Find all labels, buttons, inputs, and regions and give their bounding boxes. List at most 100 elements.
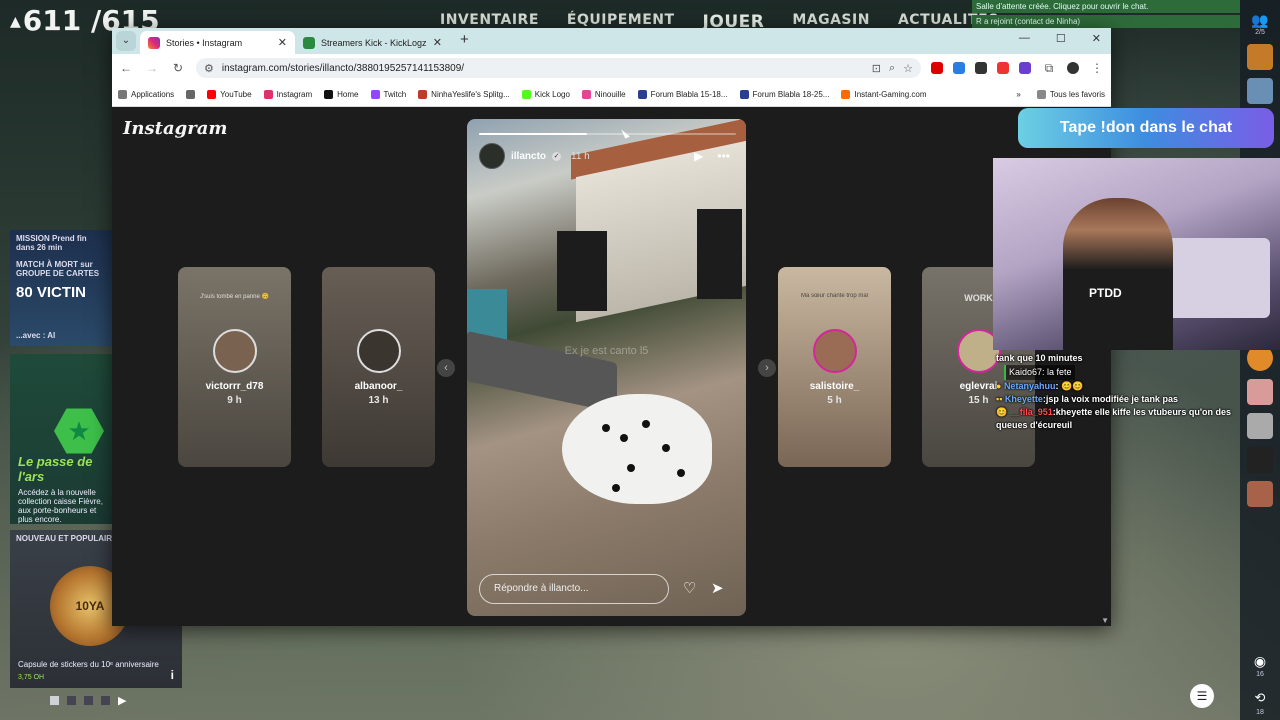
story-preview[interactable]: albanoor_ 13 h bbox=[322, 267, 435, 467]
extension-icon[interactable] bbox=[953, 62, 965, 74]
friend-avatar[interactable] bbox=[1247, 481, 1273, 507]
friend-avatar[interactable] bbox=[1247, 78, 1273, 104]
story-username: victorrr_d78 bbox=[205, 381, 264, 392]
bookmark-youtube[interactable]: YouTube bbox=[207, 89, 252, 99]
story-preview[interactable]: J'suis tombé en panne 🙃 victorrr_d78 9 h bbox=[178, 267, 291, 467]
carousel-dot[interactable] bbox=[101, 696, 110, 705]
previous-story-icon[interactable]: ‹ bbox=[437, 359, 455, 377]
carousel-dot[interactable] bbox=[67, 696, 76, 705]
bookmark-instant-gaming[interactable]: Instant-Gaming.com bbox=[841, 89, 927, 99]
party-icon[interactable]: 👥 bbox=[1240, 12, 1280, 29]
history-icon[interactable]: ⟲ bbox=[1240, 690, 1280, 706]
info-icon[interactable]: i bbox=[171, 668, 174, 682]
browser-toolbar: ← → ↻ ⚙ instagram.com/stories/illancto/3… bbox=[112, 54, 1111, 82]
bookmark-twitch[interactable]: Twitch bbox=[370, 89, 406, 99]
broadcast-icon[interactable]: ◉ bbox=[1240, 653, 1280, 670]
site-info-icon[interactable]: ⚙ bbox=[204, 62, 214, 75]
zoom-icon[interactable]: ⌕ bbox=[889, 62, 895, 75]
friend-avatar[interactable] bbox=[1247, 413, 1273, 439]
bookmark-splitgate[interactable]: NinhaYeslife's Splitg... bbox=[418, 89, 510, 99]
minimize-icon[interactable]: — bbox=[1019, 32, 1030, 45]
story-username: albanoor_ bbox=[354, 381, 403, 392]
party-count: 2/5 bbox=[1255, 29, 1265, 36]
tab-kicklogz[interactable]: Streamers Kick - KickLogz ✕ bbox=[295, 31, 450, 54]
reload-icon[interactable]: ↻ bbox=[170, 61, 186, 75]
carousel-dot[interactable] bbox=[50, 696, 59, 705]
more-options-icon[interactable]: ••• bbox=[717, 149, 730, 163]
webcam-feed: PTDD bbox=[993, 158, 1280, 350]
mission-with: ...avec : AI bbox=[16, 331, 56, 340]
forward-icon[interactable]: → bbox=[144, 61, 160, 75]
play-icon[interactable]: ▶ bbox=[118, 694, 126, 707]
story-caption: J'suis tombé en panne 🙃 bbox=[200, 294, 269, 300]
chevron-right-icon[interactable]: » bbox=[1016, 90, 1020, 99]
extension-icon[interactable] bbox=[975, 62, 987, 74]
next-story-icon[interactable]: › bbox=[758, 359, 776, 377]
heart-icon[interactable]: ♡ bbox=[683, 579, 696, 597]
extension-icon[interactable] bbox=[931, 62, 943, 74]
armory-pass-panel[interactable]: ★ Le passe de l'ars Accédez à la nouvell… bbox=[10, 354, 112, 524]
story-time: 11 h bbox=[571, 150, 590, 162]
send-icon[interactable]: ➤ bbox=[711, 579, 724, 597]
chat-user: Kaido67 bbox=[1009, 367, 1043, 377]
story-image-lounger bbox=[467, 331, 617, 413]
x-icon bbox=[324, 89, 334, 99]
instagram-icon bbox=[263, 89, 273, 99]
avatar bbox=[812, 329, 857, 373]
extension-icon[interactable] bbox=[997, 62, 1009, 74]
story-preview[interactable]: Ma sœur chante trop mal salistoire_ 5 h bbox=[778, 267, 891, 467]
kick-favicon-icon bbox=[303, 36, 315, 49]
bookmark-grid[interactable] bbox=[186, 89, 196, 99]
back-icon[interactable]: ← bbox=[118, 61, 134, 75]
carousel-dot[interactable] bbox=[84, 696, 93, 705]
all-bookmarks-folder[interactable]: Tous les favoris bbox=[1036, 89, 1105, 99]
friend-avatar[interactable] bbox=[1247, 379, 1273, 405]
shirt-text: PTDD bbox=[1089, 286, 1122, 300]
reply-input[interactable]: Répondre à illancto... bbox=[479, 574, 669, 604]
address-bar[interactable]: ⚙ instagram.com/stories/illancto/3880195… bbox=[196, 58, 921, 78]
friend-avatar[interactable] bbox=[1247, 447, 1273, 473]
friend-avatar[interactable] bbox=[1247, 44, 1273, 70]
armory-pass-title: Le passe de l'ars bbox=[18, 454, 93, 484]
story-username[interactable]: illancto bbox=[511, 151, 546, 162]
bookmark-apps[interactable]: Applications bbox=[118, 89, 174, 99]
donate-banner: Tape !don dans le chat bbox=[1018, 108, 1274, 148]
maximize-icon[interactable]: ☐ bbox=[1056, 32, 1066, 45]
chat-reply-context: Kaido67: la fete bbox=[996, 365, 1246, 380]
profile-avatar[interactable] bbox=[1067, 62, 1079, 74]
play-icon[interactable]: ▶ bbox=[694, 149, 703, 163]
story-progress-fill bbox=[479, 133, 587, 135]
close-tab-icon[interactable]: ✕ bbox=[433, 36, 442, 49]
install-app-icon[interactable]: ⊡ bbox=[872, 62, 881, 75]
close-tab-icon[interactable]: ✕ bbox=[278, 36, 287, 49]
settings-sliders-icon[interactable]: ☰ bbox=[1190, 684, 1214, 708]
bookmark-ninouille[interactable]: Ninouille bbox=[581, 89, 626, 99]
extensions-puzzle-icon[interactable]: ⧉ bbox=[1041, 61, 1057, 76]
extension-icon[interactable] bbox=[1019, 62, 1031, 74]
popular-title: Capsule de stickers du 10ᵉ anniversaire bbox=[18, 660, 159, 669]
bookmarks-bar: Applications YouTube Instagram Home Twit… bbox=[112, 82, 1111, 107]
instant-gaming-icon bbox=[841, 89, 851, 99]
bookmark-instagram[interactable]: Instagram bbox=[263, 89, 312, 99]
instagram-logo[interactable]: Instagram bbox=[123, 118, 227, 139]
bookmark-forum-15-18[interactable]: Forum Blabla 15-18... bbox=[637, 89, 728, 99]
tab-search-icon[interactable]: ⌄ bbox=[116, 31, 136, 51]
mission-panel[interactable]: MISSION Prend fin dans 26 min MATCH À MO… bbox=[10, 230, 112, 346]
tab-instagram-stories[interactable]: Stories • Instagram ✕ bbox=[140, 31, 295, 54]
chat-user: __fila_951 bbox=[1009, 407, 1053, 417]
bookmark-forum-18-25[interactable]: Forum Blabla 18-25... bbox=[739, 89, 829, 99]
active-story[interactable]: Ex je est canto l5 illancto ✓ 11 h ▶ •••… bbox=[467, 119, 746, 616]
menu-kebab-icon[interactable]: ⋮ bbox=[1089, 61, 1105, 75]
close-window-icon[interactable]: ✕ bbox=[1092, 32, 1101, 45]
bookmark-star-icon[interactable]: ☆ bbox=[903, 62, 913, 75]
avatar[interactable] bbox=[479, 143, 505, 169]
story-time: 5 h bbox=[827, 395, 842, 406]
notification[interactable]: R a rejoint (contact de Ninha) bbox=[972, 15, 1240, 28]
notification[interactable]: Salle d'attente créée. Cliquez pour ouvr… bbox=[972, 0, 1240, 13]
scroll-down-icon[interactable]: ▼ bbox=[1101, 616, 1109, 625]
new-tab-icon[interactable]: + bbox=[450, 31, 479, 51]
carousel-controls: ▶ bbox=[50, 694, 126, 707]
bookmark-home[interactable]: Home bbox=[324, 89, 359, 99]
bookmark-kick[interactable]: Kick Logo bbox=[521, 89, 570, 99]
twitch-icon bbox=[370, 89, 380, 99]
